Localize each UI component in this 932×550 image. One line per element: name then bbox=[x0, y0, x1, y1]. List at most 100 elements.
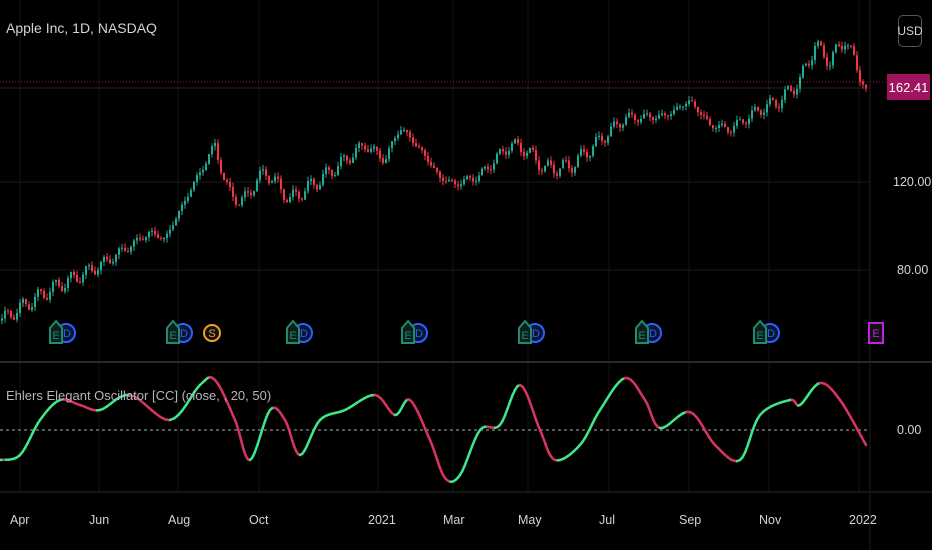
candle-body bbox=[472, 177, 474, 182]
candle-body bbox=[442, 177, 444, 181]
candle-body bbox=[490, 169, 492, 171]
candle-body bbox=[625, 117, 627, 125]
candle-body bbox=[772, 98, 774, 101]
dividend-event-label: D bbox=[180, 328, 188, 340]
candle-body bbox=[337, 166, 339, 176]
candle-body bbox=[604, 140, 606, 143]
candle-body bbox=[88, 265, 90, 267]
candle-body bbox=[148, 232, 150, 238]
indicator-title[interactable]: Ehlers Elegant Oscillator [CC] (close, ,… bbox=[6, 388, 271, 403]
candle-body bbox=[628, 112, 630, 118]
dividend-event-label: D bbox=[767, 328, 775, 340]
candle-body bbox=[211, 146, 213, 155]
candle-body bbox=[532, 147, 534, 151]
candle-body bbox=[682, 106, 684, 108]
time-tick: Aug bbox=[168, 513, 191, 527]
earnings-event-label: E bbox=[638, 330, 645, 342]
candle-body bbox=[610, 126, 612, 137]
candle-body bbox=[241, 197, 243, 206]
time-tick: Nov bbox=[759, 513, 782, 527]
candle-body bbox=[163, 238, 165, 240]
candle-body bbox=[664, 113, 666, 116]
candle-body bbox=[340, 156, 342, 167]
candle-body bbox=[91, 265, 93, 271]
candle-body bbox=[412, 137, 414, 144]
candle-body bbox=[22, 299, 24, 303]
candle-body bbox=[670, 114, 672, 117]
candle-body bbox=[496, 153, 498, 164]
candle-body bbox=[460, 184, 462, 187]
candle-body bbox=[499, 148, 501, 154]
candle-body bbox=[157, 234, 159, 238]
candle-body bbox=[343, 155, 345, 157]
candle-body bbox=[706, 115, 708, 119]
candle-body bbox=[61, 286, 63, 292]
candle-body bbox=[754, 107, 756, 111]
candle-body bbox=[238, 204, 240, 206]
candle-body bbox=[310, 178, 312, 182]
candle-body bbox=[781, 99, 783, 109]
candle-body bbox=[748, 118, 750, 125]
price-tick: 80.00 bbox=[897, 263, 929, 277]
chart-canvas[interactable]: DE DE S DE DE DE DE DE E bbox=[0, 0, 932, 550]
candle-body bbox=[556, 173, 558, 176]
candle-body bbox=[742, 119, 744, 124]
candle-body bbox=[40, 289, 42, 291]
candle-body bbox=[775, 100, 777, 107]
candle-body bbox=[658, 114, 660, 119]
candle-body bbox=[676, 106, 678, 110]
candle-body bbox=[202, 169, 204, 173]
candle-body bbox=[586, 151, 588, 158]
candle-body bbox=[325, 167, 327, 174]
candle-body bbox=[607, 136, 609, 143]
candle-body bbox=[127, 250, 129, 252]
candle-body bbox=[331, 169, 333, 176]
candle-body bbox=[328, 167, 330, 170]
candle-body bbox=[205, 163, 207, 170]
earnings-event-label: E bbox=[52, 330, 59, 342]
time-tick: 2021 bbox=[368, 513, 396, 527]
candle-body bbox=[283, 189, 285, 201]
candle-body bbox=[724, 123, 726, 128]
candle-body bbox=[58, 279, 60, 287]
candle-body bbox=[733, 125, 735, 133]
candle-body bbox=[118, 248, 120, 255]
candle-body bbox=[145, 237, 147, 241]
candle-body bbox=[583, 149, 585, 152]
candle-body bbox=[430, 161, 432, 166]
candle-body bbox=[334, 175, 336, 177]
dividend-event-label: D bbox=[300, 328, 308, 340]
candle-body bbox=[103, 256, 105, 262]
currency-button[interactable]: USD bbox=[897, 15, 923, 47]
candle-body bbox=[478, 175, 480, 181]
candle-body bbox=[4, 310, 6, 319]
candle-body bbox=[730, 132, 732, 134]
candle-body bbox=[841, 45, 843, 50]
candle-body bbox=[757, 107, 759, 111]
candle-body bbox=[511, 143, 513, 151]
candle-body bbox=[229, 182, 231, 187]
candle-body bbox=[349, 160, 351, 164]
candle-body bbox=[262, 169, 264, 171]
candle-body bbox=[634, 114, 636, 121]
candle-body bbox=[616, 121, 618, 125]
candle-body bbox=[166, 233, 168, 239]
candle-body bbox=[520, 143, 522, 152]
candle-body bbox=[769, 98, 771, 105]
upcoming-earnings-label: E bbox=[872, 328, 879, 340]
candle-body bbox=[544, 165, 546, 172]
candle-body bbox=[763, 112, 765, 115]
candle-body bbox=[493, 163, 495, 170]
candle-body bbox=[388, 148, 390, 160]
candle-body bbox=[592, 146, 594, 156]
candle-body bbox=[400, 130, 402, 135]
candle-body bbox=[139, 237, 141, 240]
candle-body bbox=[751, 110, 753, 119]
candle-body bbox=[484, 166, 486, 169]
candle-body bbox=[142, 239, 144, 241]
candle-body bbox=[622, 124, 624, 128]
candle-body bbox=[106, 256, 108, 260]
candle-body bbox=[574, 166, 576, 173]
earnings-event-label: E bbox=[756, 330, 763, 342]
candle-body bbox=[700, 112, 702, 115]
